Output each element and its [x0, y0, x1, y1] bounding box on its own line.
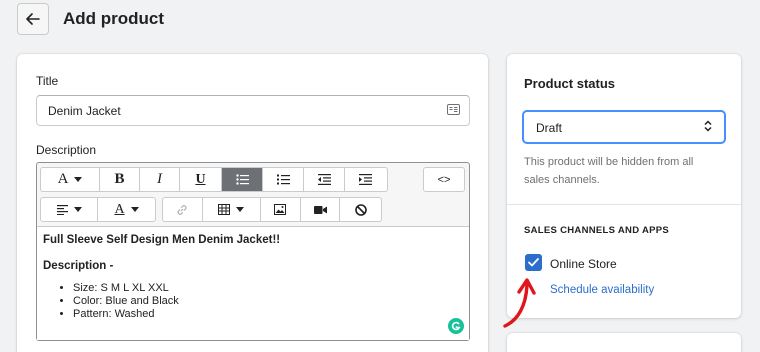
toolbar-source-group: <> [423, 167, 465, 192]
bold-button[interactable]: B [100, 168, 140, 191]
outdent-icon [317, 174, 331, 185]
outdent-button[interactable] [304, 168, 345, 191]
back-button[interactable] [17, 3, 49, 35]
toolbar-insert-group [162, 197, 382, 222]
numbered-list-icon [276, 174, 290, 185]
page-title: Add product [63, 9, 165, 28]
chevron-down-icon [130, 207, 139, 212]
underline-button[interactable]: U [180, 168, 222, 191]
checkmark-icon [528, 258, 539, 267]
grammarly-icon[interactable] [448, 318, 464, 334]
content-heading: Full Sleeve Self Design Men Denim Jacket… [43, 234, 281, 246]
clear-formatting-button[interactable] [340, 198, 381, 221]
red-arrow-annotation [503, 278, 536, 328]
insert-image-button[interactable] [261, 198, 301, 221]
toolbar-format-group: A B I U [40, 167, 388, 192]
divider [507, 204, 741, 205]
status-select[interactable]: Draft [522, 110, 726, 144]
status-title: Product status [524, 76, 616, 91]
product-details-card: Title Denim Jacket Description A B I U <… [17, 54, 488, 352]
arrow-left-icon [26, 13, 40, 25]
select-arrows-icon [704, 120, 712, 132]
content-list: Size: S M L XL XXL Color: Blue and Black… [43, 282, 463, 321]
indent-button[interactable] [345, 168, 386, 191]
italic-icon: I [157, 171, 162, 187]
title-input-value: Denim Jacket [48, 104, 121, 118]
text-color-dropdown[interactable]: A [98, 198, 155, 221]
italic-button[interactable]: I [140, 168, 180, 191]
align-dropdown[interactable] [41, 198, 98, 221]
product-status-card: Product status Draft This product will b… [507, 54, 741, 318]
chevron-down-icon [73, 207, 82, 212]
video-icon [313, 205, 327, 214]
bulleted-list-icon [235, 174, 249, 185]
table-icon [218, 204, 231, 215]
list-item: Pattern: Washed [73, 308, 463, 321]
title-input[interactable]: Denim Jacket [36, 95, 470, 126]
description-label: Description [36, 143, 97, 157]
align-left-icon [56, 204, 68, 215]
indent-icon [359, 174, 372, 185]
channels-title: SALES CHANNELS AND APPS [524, 225, 670, 236]
table-dropdown[interactable] [203, 198, 262, 221]
schedule-availability-link[interactable]: Schedule availability [550, 284, 654, 296]
bulleted-list-button[interactable] [222, 168, 263, 191]
title-label: Title [36, 74, 59, 88]
status-select-value: Draft [536, 121, 563, 135]
secondary-card [507, 333, 741, 352]
font-style-dropdown[interactable]: A [41, 168, 100, 191]
font-style-icon: A [57, 171, 69, 187]
link-button[interactable] [163, 198, 203, 221]
text-color-icon: A [114, 201, 125, 217]
online-store-label: Online Store [550, 257, 617, 271]
bold-icon: B [114, 171, 125, 187]
chevron-down-icon [236, 207, 245, 212]
clear-format-icon [354, 203, 367, 216]
numbered-list-button[interactable] [263, 168, 304, 191]
link-icon [177, 204, 187, 215]
source-code-button[interactable]: <> [424, 168, 464, 191]
list-item: Size: S M L XL XXL [73, 282, 463, 295]
content-subheading: Description - [43, 260, 114, 272]
description-content[interactable]: Full Sleeve Self Design Men Denim Jacket… [37, 226, 469, 340]
status-help-text: This product will be hidden from all sal… [524, 156, 694, 186]
toolbar-align-group: A [40, 197, 156, 222]
chevron-down-icon [74, 177, 83, 182]
code-icon: <> [437, 173, 451, 186]
image-icon [274, 204, 287, 215]
underline-icon: U [195, 171, 206, 187]
description-editor: A B I U <> A Full Sleeve Self Design Men… [36, 162, 470, 341]
autofill-card-icon[interactable] [447, 104, 460, 115]
list-item: Color: Blue and Black [73, 295, 463, 308]
insert-video-button[interactable] [301, 198, 341, 221]
